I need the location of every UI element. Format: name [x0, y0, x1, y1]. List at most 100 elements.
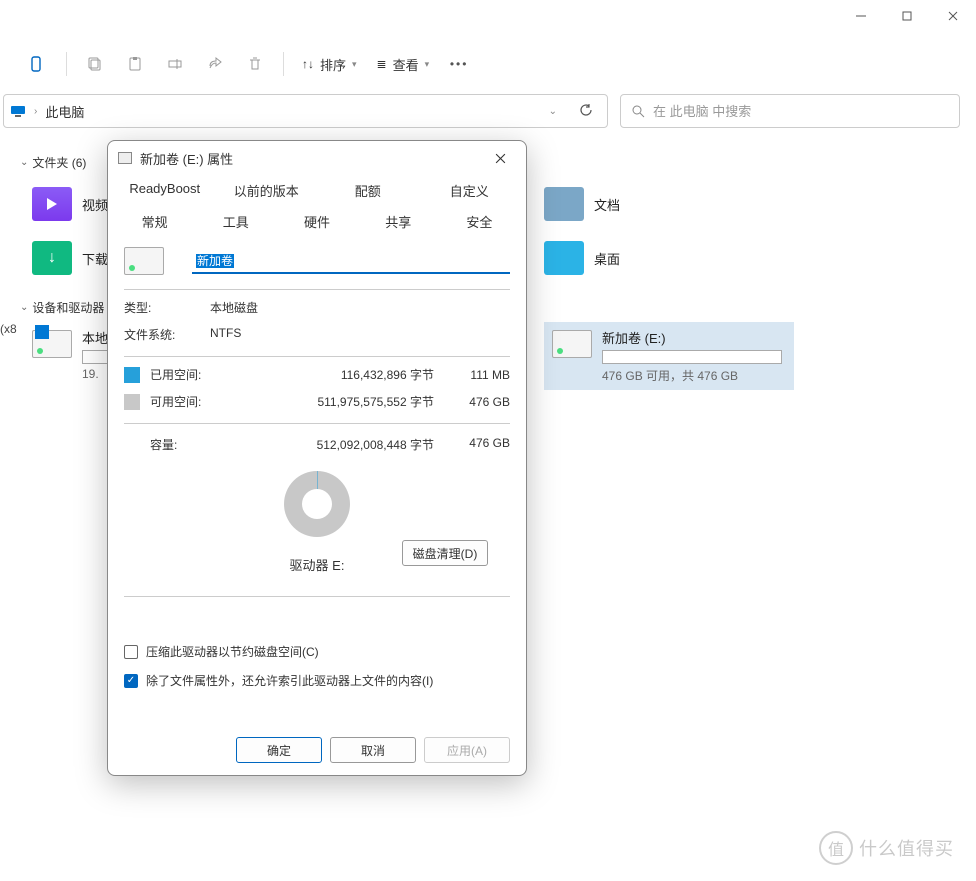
separator [124, 423, 510, 424]
tab-security[interactable]: 安全 [439, 206, 520, 237]
view-label: 查看 [393, 55, 419, 74]
tab-readyboost[interactable]: ReadyBoost [114, 175, 216, 206]
checkbox[interactable] [124, 645, 138, 659]
separator [124, 289, 510, 290]
compress-checkbox-row[interactable]: 压缩此驱动器以节约磁盘空间(C) [124, 637, 510, 666]
used-label: 已用空间: [150, 366, 220, 383]
type-label: 类型: [124, 299, 210, 316]
used-swatch [124, 367, 140, 383]
folder-desktop[interactable]: 桌面 [536, 231, 786, 285]
fs-value: NTFS [210, 326, 241, 343]
chevron-down-icon: ⌄ [20, 157, 28, 168]
close-button[interactable] [930, 0, 976, 32]
used-hr: 111 MB [454, 368, 510, 382]
watermark-badge: 值 [819, 831, 853, 865]
index-label: 除了文件属性外，还允许索引此驱动器上文件的内容(I) [146, 672, 433, 689]
drive-icon [118, 152, 132, 164]
usage-bar [602, 350, 782, 364]
properties-dialog: 新加卷 (E:) 属性 ReadyBoost 以前的版本 配额 自定义 常规 工… [107, 140, 527, 776]
watermark-text: 什么值得买 [859, 835, 954, 861]
drive-icon [124, 247, 164, 275]
capacity-label: 容量: [124, 436, 220, 453]
chevron-down-icon: ⌄ [20, 302, 28, 313]
folders-label: 文件夹 (6) [32, 154, 86, 171]
compress-label: 压缩此驱动器以节约磁盘空间(C) [146, 643, 319, 660]
dialog-title: 新加卷 (E:) 属性 [140, 149, 476, 168]
toolbar: ↑↓ 排序 ▾ ≣ 查看 ▾ ••• [0, 40, 976, 88]
chevron-down-icon: ▾ [352, 59, 357, 70]
download-icon: ↓ [32, 241, 72, 275]
devices-label: 设备和驱动器 [32, 299, 104, 316]
address-bar[interactable]: › 此电脑 ⌄ [3, 94, 608, 128]
folder-documents[interactable]: 文档 [536, 177, 786, 231]
rename-button[interactable] [157, 46, 193, 82]
sort-icon: ↑↓ [302, 57, 314, 71]
desktop-icon [544, 241, 584, 275]
delete-button[interactable] [237, 46, 273, 82]
chevron-down-icon: ▾ [425, 59, 430, 70]
new-button[interactable] [20, 46, 56, 82]
drive-icon [552, 330, 592, 358]
separator [283, 52, 284, 76]
volume-name-input[interactable]: 新加卷 [192, 249, 510, 274]
tab-sharing[interactable]: 共享 [358, 206, 439, 237]
drive-icon [32, 330, 72, 358]
cancel-button[interactable]: 取消 [330, 737, 416, 763]
folder-label: 文档 [594, 195, 620, 214]
tab-quota[interactable]: 配额 [317, 175, 419, 206]
location-text: 此电脑 [45, 102, 84, 121]
apply-button[interactable]: 应用(A) [424, 737, 510, 763]
sort-label: 排序 [320, 55, 346, 74]
capacity-bytes: 512,092,008,448 字节 [220, 436, 454, 453]
separator [124, 356, 510, 357]
search-input[interactable] [653, 104, 949, 119]
type-value: 本地磁盘 [210, 299, 258, 316]
chevron-down-icon[interactable]: ⌄ [541, 106, 565, 117]
tab-hardware[interactable]: 硬件 [276, 206, 357, 237]
tab-tools[interactable]: 工具 [195, 206, 276, 237]
folder-label: 下载 [82, 249, 108, 268]
search-icon [631, 104, 645, 118]
copy-button[interactable] [77, 46, 113, 82]
more-button[interactable]: ••• [441, 46, 477, 82]
truncated-text: (x8 [0, 322, 17, 336]
close-button[interactable] [484, 144, 516, 172]
folder-label: 视频 [82, 195, 108, 214]
tab-custom[interactable]: 自定义 [419, 175, 521, 206]
view-icon: ≣ [377, 57, 387, 71]
usage-donut [284, 471, 350, 537]
free-bytes: 511,975,575,552 字节 [220, 393, 454, 410]
document-icon [544, 187, 584, 221]
drive-name: 新加卷 (E:) [602, 328, 782, 347]
chevron-right-icon: › [32, 106, 39, 117]
search-box[interactable] [620, 94, 960, 128]
sort-button[interactable]: ↑↓ 排序 ▾ [294, 46, 365, 82]
share-button[interactable] [197, 46, 233, 82]
drive-sub: 476 GB 可用，共 476 GB [602, 367, 782, 384]
drive-e[interactable]: 新加卷 (E:) 476 GB 可用，共 476 GB [544, 322, 794, 390]
tab-general[interactable]: 常规 [114, 206, 195, 237]
folder-label: 桌面 [594, 249, 620, 268]
separator [124, 596, 510, 597]
free-hr: 476 GB [454, 395, 510, 409]
maximize-button[interactable] [884, 0, 930, 32]
minimize-button[interactable] [838, 0, 884, 32]
free-swatch [124, 394, 140, 410]
used-bytes: 116,432,896 字节 [220, 366, 454, 383]
capacity-hr: 476 GB [454, 436, 510, 453]
disk-cleanup-button[interactable]: 磁盘清理(D) [402, 540, 488, 566]
video-icon [32, 187, 72, 221]
refresh-button[interactable] [571, 103, 601, 120]
view-button[interactable]: ≣ 查看 ▾ [369, 46, 438, 82]
ok-button[interactable]: 确定 [236, 737, 322, 763]
free-label: 可用空间: [150, 393, 220, 410]
volume-name-text: 新加卷 [196, 254, 234, 268]
checkbox[interactable] [124, 674, 138, 688]
index-checkbox-row[interactable]: 除了文件属性外，还允许索引此驱动器上文件的内容(I) [124, 666, 510, 695]
separator [66, 52, 67, 76]
watermark: 值 什么值得买 [819, 831, 954, 865]
paste-button[interactable] [117, 46, 153, 82]
tab-previous[interactable]: 以前的版本 [216, 175, 318, 206]
fs-label: 文件系统: [124, 326, 210, 343]
pc-icon [10, 103, 26, 119]
